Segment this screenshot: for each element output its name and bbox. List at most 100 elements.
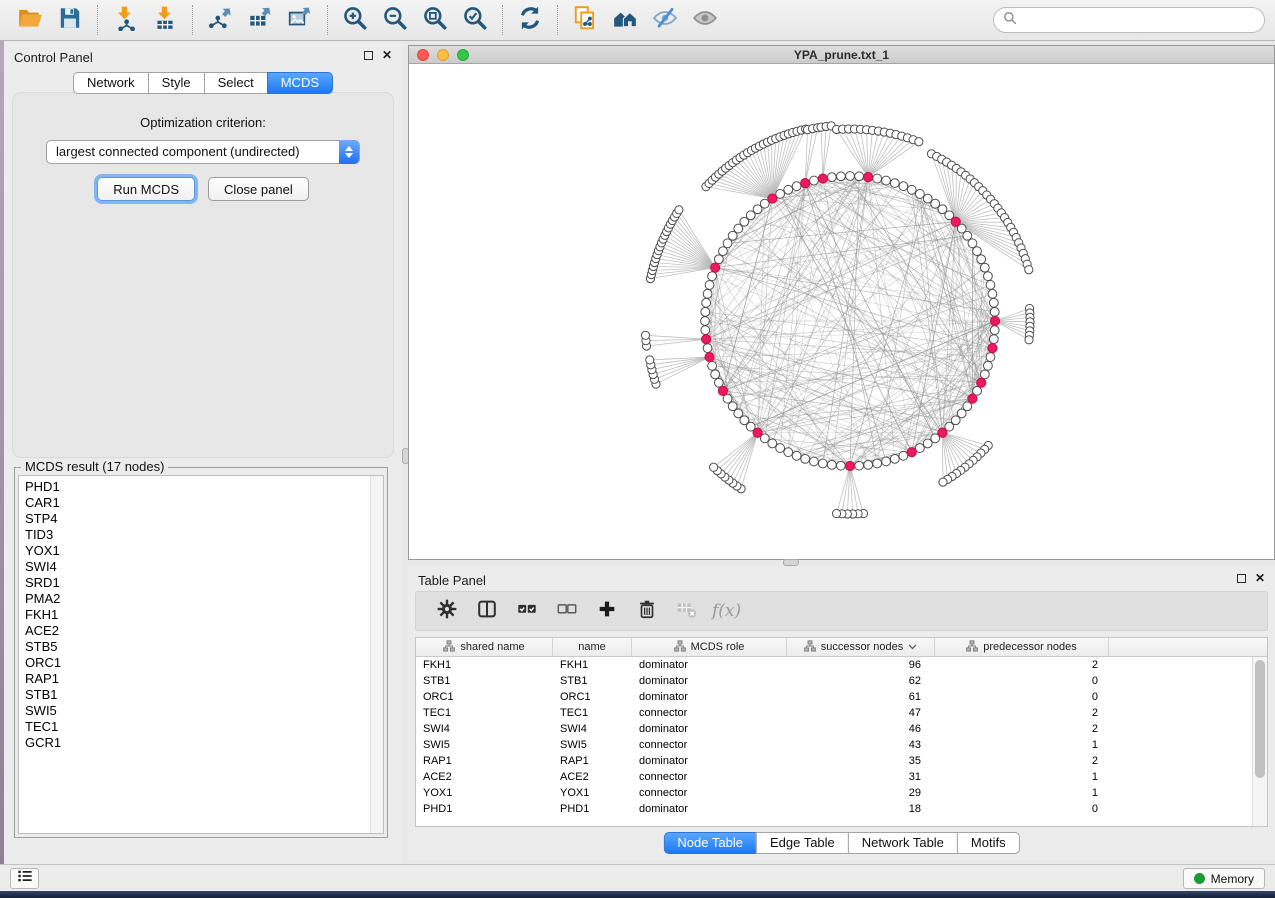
column-header-shared-name[interactable]: shared name <box>416 638 553 656</box>
table-scrollbar[interactable] <box>1252 657 1267 826</box>
optimization-criterion-dropdown[interactable]: largest connected component (undirected) <box>46 140 360 164</box>
tab-select[interactable]: Select <box>204 72 268 94</box>
mcds-result-item[interactable]: STB1 <box>19 687 383 703</box>
table-cell[interactable]: dominator <box>632 723 787 735</box>
table-row[interactable]: TEC1TEC1connector472 <box>416 705 1267 721</box>
table-row[interactable]: FKH1FKH1dominator962 <box>416 657 1267 673</box>
table-cell[interactable]: YOX1 <box>416 787 553 799</box>
float-table-panel-icon[interactable] <box>1237 574 1246 583</box>
table-cell[interactable]: SWI4 <box>553 723 632 735</box>
deselect-all-checks-button[interactable] <box>550 595 584 627</box>
close-panel-button[interactable]: Close panel <box>208 177 309 201</box>
mcds-result-item[interactable]: GCR1 <box>19 735 383 751</box>
tab-mcds[interactable]: MCDS <box>267 72 333 94</box>
mcds-result-item[interactable]: RAP1 <box>19 671 383 687</box>
zoom-selected-button[interactable] <box>455 3 495 37</box>
table-cell[interactable]: 1 <box>935 739 1109 751</box>
table-cell[interactable]: connector <box>632 707 787 719</box>
table-cell[interactable]: 31 <box>787 771 935 783</box>
network-graph[interactable] <box>409 64 1274 560</box>
gear-button[interactable] <box>430 595 464 627</box>
table-cell[interactable]: 1 <box>935 787 1109 799</box>
import-network-button[interactable] <box>105 3 145 37</box>
tab-edge-table[interactable]: Edge Table <box>756 832 849 854</box>
close-table-panel-icon[interactable]: ✕ <box>1255 573 1265 583</box>
table-row[interactable]: YOX1YOX1connector291 <box>416 785 1267 801</box>
table-cell[interactable]: ORC1 <box>553 691 632 703</box>
table-cell[interactable]: 18 <box>787 803 935 815</box>
zoom-out-button[interactable] <box>375 3 415 37</box>
table-row[interactable]: ORC1ORC1dominator610 <box>416 689 1267 705</box>
table-row[interactable]: RAP1RAP1dominator352 <box>416 753 1267 769</box>
table-cell[interactable]: SWI5 <box>416 739 553 751</box>
search-input[interactable] <box>1023 13 1253 28</box>
table-cell[interactable]: FKH1 <box>416 659 553 671</box>
table-cell[interactable]: SWI5 <box>553 739 632 751</box>
mcds-result-item[interactable]: CAR1 <box>19 495 383 511</box>
mcds-result-item[interactable]: ACE2 <box>19 623 383 639</box>
table-row[interactable]: SWI5SWI5connector431 <box>416 737 1267 753</box>
table-row[interactable]: SWI4SWI4dominator462 <box>416 721 1267 737</box>
table-cell[interactable]: dominator <box>632 675 787 687</box>
table-cell[interactable]: ORC1 <box>416 691 553 703</box>
table-cell[interactable]: YOX1 <box>553 787 632 799</box>
table-cell[interactable]: STB1 <box>553 675 632 687</box>
first-neighbors-button[interactable] <box>605 3 645 37</box>
network-canvas[interactable] <box>409 64 1274 559</box>
mcds-result-item[interactable]: SWI4 <box>19 559 383 575</box>
table-row[interactable]: ACE2ACE2connector311 <box>416 769 1267 785</box>
mcds-result-item[interactable]: SWI5 <box>19 703 383 719</box>
mcds-result-item[interactable]: FKH1 <box>19 607 383 623</box>
mcds-result-item[interactable]: TEC1 <box>19 719 383 735</box>
table-cell[interactable]: dominator <box>632 659 787 671</box>
table-cell[interactable]: dominator <box>632 691 787 703</box>
table-cell[interactable]: STB1 <box>416 675 553 687</box>
table-cell[interactable]: ACE2 <box>553 771 632 783</box>
import-table-button[interactable] <box>145 3 185 37</box>
column-header-predecessor-nodes[interactable]: predecessor nodes <box>935 638 1109 656</box>
close-panel-icon[interactable]: ✕ <box>382 50 392 60</box>
table-cell[interactable]: 2 <box>935 707 1109 719</box>
mcds-result-item[interactable]: YOX1 <box>19 543 383 559</box>
table-cell[interactable]: SWI4 <box>416 723 553 735</box>
export-image-button[interactable] <box>280 3 320 37</box>
table-cell[interactable]: 61 <box>787 691 935 703</box>
export-table-button[interactable] <box>240 3 280 37</box>
mcds-result-item[interactable]: PMA2 <box>19 591 383 607</box>
table-cell[interactable]: FKH1 <box>553 659 632 671</box>
zoom-fit-button[interactable] <box>415 3 455 37</box>
table-cell[interactable]: 0 <box>935 691 1109 703</box>
table-cell[interactable]: 35 <box>787 755 935 767</box>
table-cell[interactable]: 0 <box>935 675 1109 687</box>
tab-node-table[interactable]: Node Table <box>663 832 757 854</box>
select-all-checks-button[interactable] <box>510 595 544 627</box>
network-window-titlebar[interactable]: YPA_prune.txt_1 <box>409 46 1274 64</box>
table-cell[interactable]: connector <box>632 771 787 783</box>
table-cell[interactable]: connector <box>632 787 787 799</box>
table-cell[interactable]: ACE2 <box>416 771 553 783</box>
table-cell[interactable]: PHD1 <box>553 803 632 815</box>
horizontal-splitter-handle[interactable] <box>783 559 799 566</box>
task-history-button[interactable] <box>10 868 39 889</box>
table-row[interactable]: STB1STB1dominator620 <box>416 673 1267 689</box>
table-cell[interactable]: 96 <box>787 659 935 671</box>
table-cell[interactable]: 46 <box>787 723 935 735</box>
table-cell[interactable]: 29 <box>787 787 935 799</box>
copy-network-button[interactable] <box>565 3 605 37</box>
mcds-result-item[interactable]: PHD1 <box>19 476 383 495</box>
tab-style[interactable]: Style <box>148 72 205 94</box>
table-cell[interactable]: 2 <box>935 723 1109 735</box>
tab-motifs[interactable]: Motifs <box>957 832 1020 854</box>
hide-selected-button[interactable] <box>645 3 685 37</box>
table-cell[interactable]: dominator <box>632 755 787 767</box>
memory-button[interactable]: Memory <box>1183 868 1265 889</box>
table-cell[interactable]: 2 <box>935 659 1109 671</box>
delete-column-button[interactable] <box>630 595 664 627</box>
table-cell[interactable]: RAP1 <box>416 755 553 767</box>
float-panel-icon[interactable] <box>364 51 373 60</box>
mcds-result-item[interactable]: STP4 <box>19 511 383 527</box>
search-box[interactable] <box>993 7 1265 33</box>
split-columns-button[interactable] <box>470 595 504 627</box>
save-session-button[interactable] <box>50 3 90 37</box>
table-cell[interactable]: TEC1 <box>416 707 553 719</box>
